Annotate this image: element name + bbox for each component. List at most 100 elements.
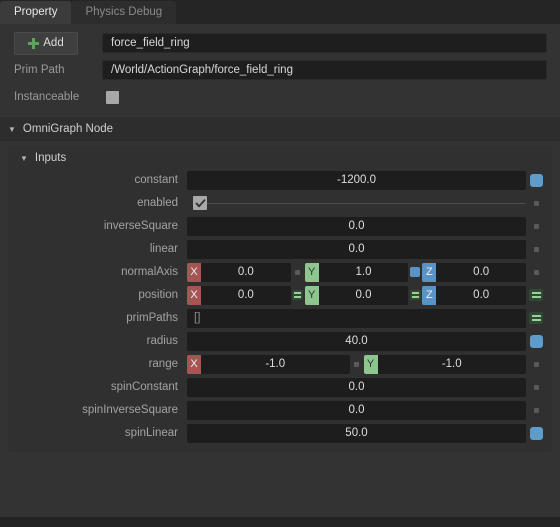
green-equals-icon (529, 312, 543, 324)
component-separator-y[interactable] (291, 269, 305, 275)
property-row: spinInverseSquare 0.0 (8, 400, 552, 420)
text-input[interactable]: [] (187, 308, 526, 328)
grey-square-icon (354, 361, 359, 367)
prim-name-input[interactable]: force_field_ring (102, 33, 547, 53)
property-row: primPaths [] (8, 308, 552, 328)
row-indicator[interactable] (526, 312, 546, 324)
grey-square-icon (295, 269, 301, 275)
blue-square-icon (529, 334, 543, 348)
chevron-down-icon: ▼ (8, 124, 16, 134)
property-control: 0.0 (187, 216, 526, 236)
inputs-header[interactable]: ▼ Inputs (8, 146, 552, 170)
property-control: 40.0 (187, 331, 526, 351)
axis-badge-x: X (187, 262, 201, 282)
axis-badge-x: X (187, 354, 201, 374)
row-indicator[interactable] (526, 384, 546, 390)
axis-badge-y: Y (304, 285, 319, 305)
vector-component-x: X 0.0 (187, 262, 291, 282)
property-row: range X -1.0 Y -1.0 (8, 354, 552, 374)
vector-component-z: Z 0.0 (422, 285, 527, 305)
bottom-bar (0, 517, 560, 527)
property-control (187, 194, 526, 213)
property-row: inverseSquare 0.0 (8, 216, 552, 236)
property-label: spinConstant (110, 381, 178, 393)
omnigraph-node-header[interactable]: ▼ OmniGraph Node (0, 117, 560, 141)
number-input-x[interactable]: 0.0 (201, 285, 291, 305)
row-indicator[interactable] (526, 246, 546, 252)
row-indicator[interactable] (526, 269, 546, 275)
vector-component-z: Z 0.0 (422, 262, 527, 282)
row-indicator[interactable] (526, 407, 546, 413)
number-input[interactable]: 0.0 (187, 377, 526, 397)
tab-physics-debug[interactable]: Physics Debug (71, 1, 177, 24)
grey-square-icon (533, 361, 539, 367)
inputs-title: Inputs (34, 152, 67, 164)
number-input-z[interactable]: 0.0 (436, 262, 527, 282)
component-separator-y[interactable] (291, 290, 305, 300)
number-input-y[interactable]: -1.0 (377, 354, 526, 374)
axis-badge-z: Z (422, 285, 437, 305)
axis-badge-z: Z (422, 262, 437, 282)
property-row: spinLinear 50.0 (8, 423, 552, 443)
row-indicator[interactable] (526, 426, 546, 440)
number-input-x[interactable]: -1.0 (201, 354, 350, 374)
blue-square-icon (529, 173, 543, 187)
instanceable-checkbox[interactable] (106, 90, 119, 104)
plus-icon (28, 37, 40, 49)
prim-header-form: Add force_field_ring Prim Path /World/Ac… (0, 24, 560, 117)
axis-badge-y: Y (363, 354, 378, 374)
vector-component-y: Y 0.0 (304, 285, 409, 305)
row-indicator[interactable] (526, 289, 546, 301)
number-input-y[interactable]: 1.0 (318, 262, 409, 282)
green-equals-icon (529, 289, 543, 301)
property-label: enabled (137, 197, 178, 209)
property-control: X 0.0 Y 1.0 Z 0.0 (187, 262, 527, 282)
add-button[interactable]: Add (14, 31, 78, 55)
component-separator-y[interactable] (350, 361, 364, 367)
number-input-y[interactable]: 0.0 (318, 285, 409, 305)
grey-square-icon (533, 223, 539, 229)
number-input[interactable]: 40.0 (187, 331, 526, 351)
slider-track-line[interactable] (207, 202, 526, 204)
number-input[interactable]: 0.0 (187, 216, 526, 236)
instanceable-label: Instanceable (14, 91, 80, 103)
add-button-label: Add (43, 37, 64, 49)
row-indicator[interactable] (526, 173, 546, 187)
property-control: X -1.0 Y -1.0 (187, 354, 526, 374)
row-indicator[interactable] (526, 223, 546, 229)
number-input-x[interactable]: 0.0 (201, 262, 291, 282)
property-control: [] (187, 308, 526, 328)
row-indicator[interactable] (526, 361, 546, 367)
prim-path-input[interactable]: /World/ActionGraph/force_field_ring (102, 60, 547, 80)
instanceable-row: Instanceable (8, 86, 552, 108)
row-indicator[interactable] (526, 200, 546, 206)
checkbox-slider-track (187, 194, 526, 213)
enabled-checkbox[interactable] (193, 196, 207, 210)
component-separator-z[interactable] (408, 290, 422, 300)
property-row: position X 0.0 Y 0.0 Z 0.0 (8, 285, 552, 305)
omnigraph-node-section: ▼ OmniGraph Node ▼ Inputs constant -1200.… (0, 117, 560, 452)
property-control: 0.0 (187, 377, 526, 397)
add-row-spacer: Add (8, 31, 102, 55)
number-input[interactable]: 0.0 (187, 239, 526, 259)
property-control: 0.0 (187, 239, 526, 259)
row-indicator[interactable] (526, 334, 546, 348)
vector-component-y: Y -1.0 (363, 354, 526, 374)
property-row: linear 0.0 (8, 239, 552, 259)
number-input[interactable]: 50.0 (187, 423, 526, 443)
grey-square-icon (533, 407, 539, 413)
property-label: normalAxis (121, 266, 178, 278)
prim-path-label: Prim Path (14, 64, 65, 76)
number-input[interactable]: 0.0 (187, 400, 526, 420)
green-equals-icon (409, 290, 421, 300)
property-label: radius (146, 335, 178, 347)
number-input[interactable]: -1200.0 (187, 170, 526, 190)
property-label: range (148, 358, 178, 370)
omnigraph-node-title: OmniGraph Node (22, 123, 114, 135)
vector-component-x: X -1.0 (187, 354, 350, 374)
tab-property[interactable]: Property (0, 1, 72, 24)
number-input-z[interactable]: 0.0 (436, 285, 527, 305)
component-separator-z[interactable] (408, 267, 422, 277)
grey-square-icon (533, 200, 539, 206)
property-control: 0.0 (187, 400, 526, 420)
